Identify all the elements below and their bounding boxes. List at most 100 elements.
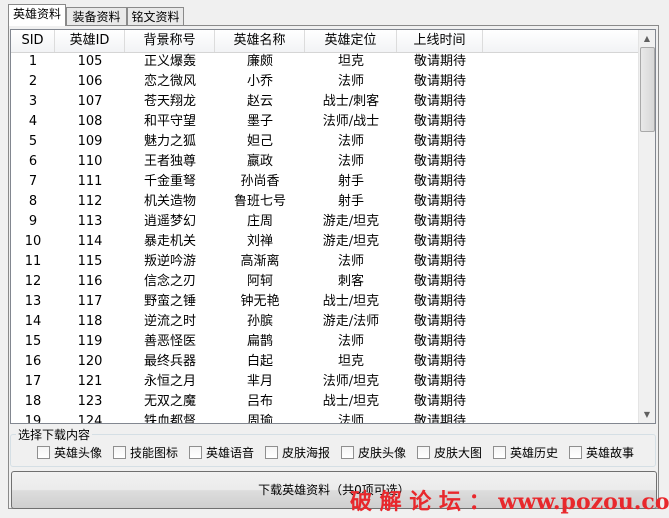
cell-release: 敬请期待 xyxy=(413,354,466,369)
cell-hero-id: 110 xyxy=(77,154,103,169)
cell-release: 敬请期待 xyxy=(413,154,466,169)
checkbox-icon[interactable] xyxy=(569,446,582,459)
option-skin-large[interactable]: 皮肤大图 xyxy=(417,445,482,461)
option-skill-icons[interactable]: 技能图标 xyxy=(113,445,178,461)
cell-role: 游走/法师 xyxy=(322,314,380,329)
cell-release: 敬请期待 xyxy=(413,274,466,289)
cell-hero-id: 123 xyxy=(77,394,103,409)
cell-sid: 5 xyxy=(28,134,38,149)
cell-release: 敬请期待 xyxy=(413,314,466,329)
cell-title: 王者独尊 xyxy=(143,154,196,169)
cell-title: 叛逆吟游 xyxy=(143,254,196,269)
checkbox-icon[interactable] xyxy=(113,446,126,459)
option-hero-voice[interactable]: 英雄语音 xyxy=(189,445,254,461)
cell-release: 敬请期待 xyxy=(413,134,466,149)
cell-sid: 2 xyxy=(28,74,38,89)
cell-sid: 13 xyxy=(24,294,42,309)
column-header-release[interactable]: 上线时间 xyxy=(397,30,483,52)
cell-role: 战士/坦克 xyxy=(322,294,380,309)
cell-title: 千金重弩 xyxy=(143,174,196,189)
cell-sid: 17 xyxy=(24,374,42,389)
table-row[interactable]: 6 110 王者独尊 嬴政 法师 敬请期待 xyxy=(11,152,640,172)
cell-hero-id: 118 xyxy=(77,314,103,329)
cell-release: 敬请期待 xyxy=(413,414,466,424)
cell-sid: 15 xyxy=(24,334,42,349)
table-row[interactable]: 12 116 信念之刃 阿轲 刺客 敬请期待 xyxy=(11,272,640,292)
table-row[interactable]: 1 105 正义爆轰 廉颇 坦克 敬请期待 xyxy=(11,52,640,72)
cell-sid: 6 xyxy=(28,154,38,169)
cell-hero-id: 106 xyxy=(77,74,103,89)
hero-list[interactable]: SID 英雄ID 背景称号 英雄名称 英雄定位 上线时间 1 105 正义爆轰 廉颇坦… xyxy=(10,29,656,424)
checkbox-icon[interactable] xyxy=(265,446,278,459)
table-row[interactable]: 8 112 机关造物 鲁班七号 射手 敬请期待 xyxy=(11,192,640,212)
column-header-hero-id[interactable]: 英雄ID xyxy=(55,30,125,52)
cell-title: 魅力之狐 xyxy=(143,134,196,149)
cell-title: 正义爆轰 xyxy=(143,54,196,69)
table-row[interactable]: 13 117 野蛮之锤 钟无艳 战士/坦克 敬请期待 xyxy=(11,292,640,312)
column-header-hero-name[interactable]: 英雄名称 xyxy=(215,30,305,52)
cell-role: 法师 xyxy=(337,74,364,89)
scroll-thumb[interactable] xyxy=(640,47,655,132)
table-row[interactable]: 7 111 千金重弩 孙尚香 射手 敬请期待 xyxy=(11,172,640,192)
column-header-role[interactable]: 英雄定位 xyxy=(305,30,397,52)
checkbox-icon[interactable] xyxy=(417,446,430,459)
checkbox-icon[interactable] xyxy=(493,446,506,459)
column-header-sid[interactable]: SID xyxy=(11,30,55,52)
table-row[interactable]: 11 115 叛逆吟游 高渐离 法师 敬请期待 xyxy=(11,252,640,272)
watermark: 破 解 论 坛 ： www.pozou.com xyxy=(350,489,669,515)
cell-role: 法师/战士 xyxy=(322,114,380,129)
scroll-up-icon[interactable]: ▲ xyxy=(639,30,655,47)
table-row[interactable]: 14 118 逆流之时 孙膑 游走/法师 敬请期待 xyxy=(11,312,640,332)
cell-role: 法师 xyxy=(337,134,364,149)
checkbox-icon[interactable] xyxy=(341,446,354,459)
cell-hero-id: 111 xyxy=(77,174,103,189)
table-row[interactable]: 15 119 善恶怪医 扁鹊 法师 敬请期待 xyxy=(11,332,640,352)
column-header-title[interactable]: 背景称号 xyxy=(125,30,215,52)
cell-hero-name: 芈月 xyxy=(246,374,273,389)
cell-hero-name: 钟无艳 xyxy=(240,294,280,309)
option-hero-story[interactable]: 英雄故事 xyxy=(569,445,634,461)
scroll-down-icon[interactable]: ▼ xyxy=(639,406,655,423)
table-row[interactable]: 2 106 恋之微风 小乔 法师 敬请期待 xyxy=(11,72,640,92)
table-row[interactable]: 10 114 暴走机关 刘禅 游走/坦克 敬请期待 xyxy=(11,232,640,252)
cell-role: 战士/刺客 xyxy=(322,94,380,109)
checkbox-icon[interactable] xyxy=(37,446,50,459)
cell-role: 法师 xyxy=(337,334,364,349)
cell-hero-id: 117 xyxy=(77,294,103,309)
option-hero-history[interactable]: 英雄历史 xyxy=(493,445,558,461)
cell-title: 永恒之月 xyxy=(143,374,196,389)
option-hero-avatar[interactable]: 英雄头像 xyxy=(37,445,102,461)
table-row[interactable]: 19 124 铁血都督 周瑜 法师 敬请期待 xyxy=(11,412,640,424)
cell-sid: 18 xyxy=(24,394,42,409)
option-skin-poster[interactable]: 皮肤海报 xyxy=(265,445,330,461)
cell-hero-id: 119 xyxy=(77,334,103,349)
tab-hero-info[interactable]: 英雄资料 xyxy=(8,4,66,26)
cell-hero-id: 114 xyxy=(77,234,103,249)
table-row[interactable]: 17 121 永恒之月 芈月 法师/坦克 敬请期待 xyxy=(11,372,640,392)
vertical-scrollbar[interactable]: ▲ ▼ xyxy=(638,30,655,423)
table-row[interactable]: 18 123 无双之魔 吕布 战士/坦克 敬请期待 xyxy=(11,392,640,412)
cell-role: 游走/坦克 xyxy=(322,234,380,249)
table-row[interactable]: 16 120 最终兵器 白起 坦克 敬请期待 xyxy=(11,352,640,372)
cell-release: 敬请期待 xyxy=(413,94,466,109)
table-row[interactable]: 9 113 逍遥梦幻 庄周 游走/坦克 敬请期待 xyxy=(11,212,640,232)
cell-role: 法师/坦克 xyxy=(322,374,380,389)
cell-role: 刺客 xyxy=(337,274,364,289)
cell-role: 射手 xyxy=(337,174,364,189)
cell-title: 暴走机关 xyxy=(143,234,196,249)
checkbox-icon[interactable] xyxy=(189,446,202,459)
cell-role: 法师 xyxy=(337,254,364,269)
cell-title: 逆流之时 xyxy=(143,314,196,329)
cell-hero-id: 124 xyxy=(77,414,103,424)
cell-title: 逍遥梦幻 xyxy=(143,214,196,229)
option-skin-avatar[interactable]: 皮肤头像 xyxy=(341,445,406,461)
table-row[interactable]: 4 108 和平守望 墨子 法师/战士 敬请期待 xyxy=(11,112,640,132)
cell-hero-name: 孙尚香 xyxy=(240,174,280,189)
tab-equipment-info[interactable]: 装备资料 xyxy=(66,7,127,25)
cell-hero-id: 121 xyxy=(77,374,103,389)
tab-inscription-info[interactable]: 铭文资料 xyxy=(127,7,184,25)
cell-release: 敬请期待 xyxy=(413,374,466,389)
cell-release: 敬请期待 xyxy=(413,334,466,349)
table-row[interactable]: 5 109 魅力之狐 妲己 法师 敬请期待 xyxy=(11,132,640,152)
table-row[interactable]: 3 107 苍天翔龙 赵云 战士/刺客 敬请期待 xyxy=(11,92,640,112)
